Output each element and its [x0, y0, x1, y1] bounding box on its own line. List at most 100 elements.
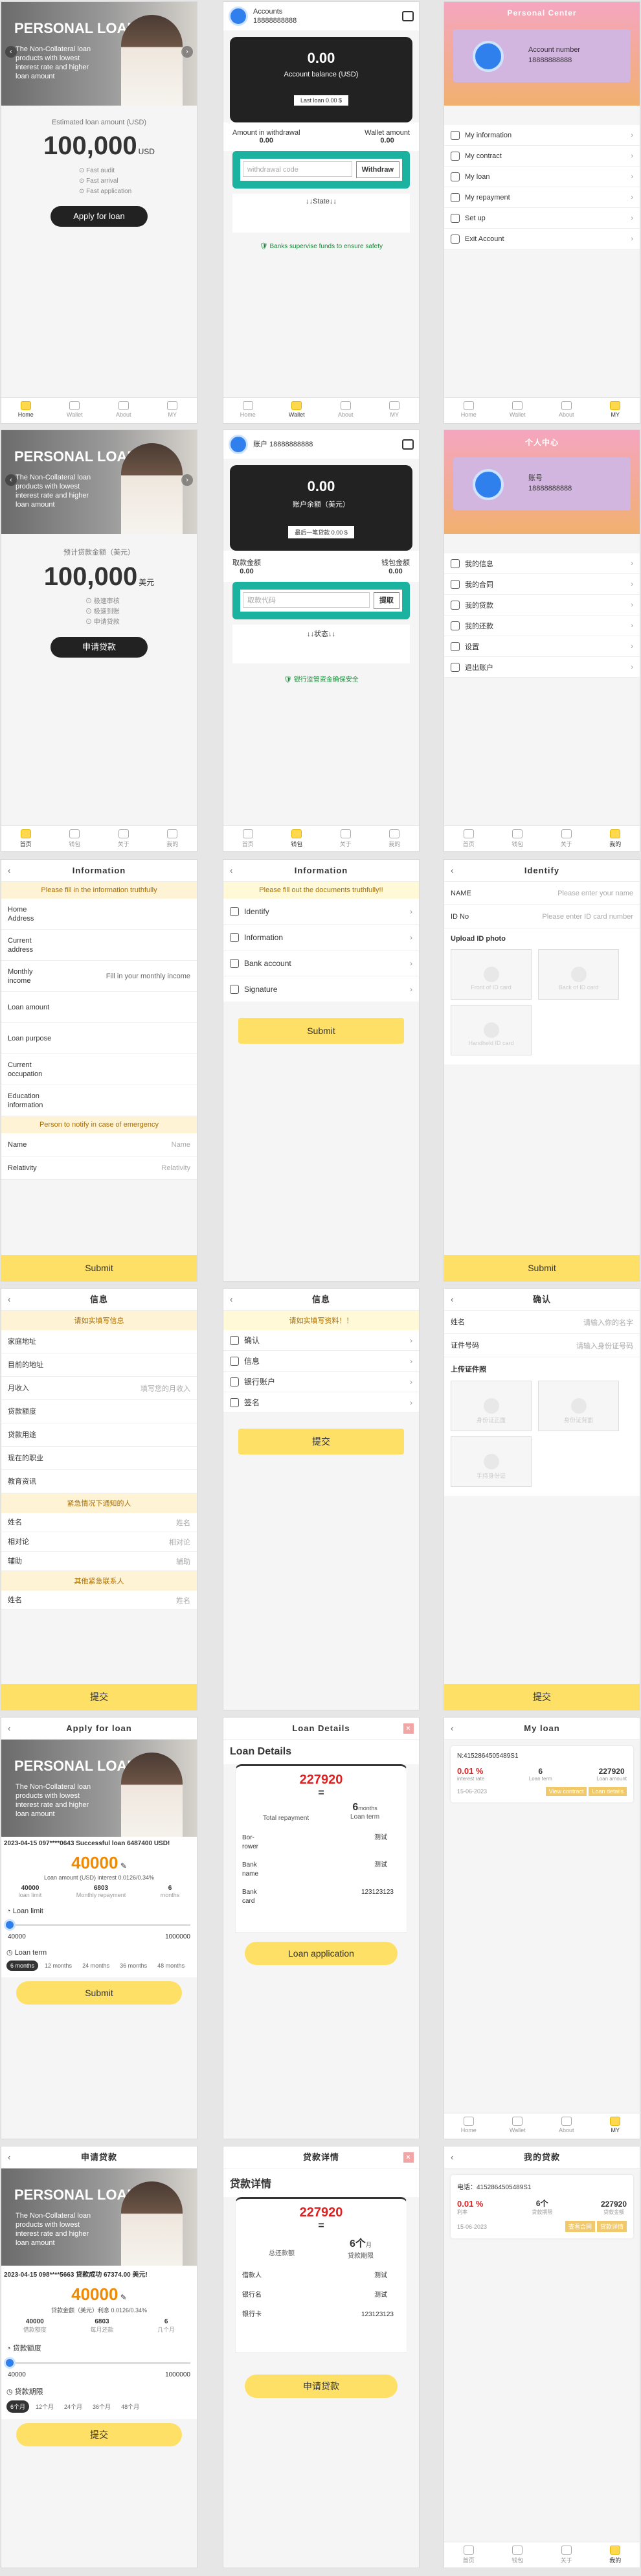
loan-banner[interactable]: PERSONAL LOAN The Non-Collateral loan pr…	[1, 430, 197, 534]
submit-button[interactable]: 提交	[16, 2423, 182, 2446]
upload-front[interactable]: 身份证正面	[451, 1381, 532, 1431]
amount-slider[interactable]	[4, 2356, 190, 2371]
loan-card[interactable]: 电话：4152864505489S1 0.01 % 利率 6个 贷款期限 22792…	[451, 2175, 633, 2238]
submit-button[interactable]: Submit	[444, 1255, 640, 1281]
menu-bank-account[interactable]: Bank account ›	[223, 950, 419, 976]
tab-my[interactable]: 我的	[148, 826, 197, 851]
withdraw-button[interactable]: Withdraw	[355, 161, 399, 178]
back-icon[interactable]: ‹	[451, 2146, 454, 2168]
submit-button[interactable]: Submit	[238, 1018, 404, 1044]
tab-about[interactable]: About	[542, 398, 591, 423]
tab-wallet[interactable]: Wallet	[493, 398, 543, 423]
withdraw-code-input[interactable]: 取款代码	[243, 592, 370, 608]
menu-my-contract[interactable]: My contract ›	[444, 146, 640, 167]
tab-about[interactable]: 关于	[321, 826, 370, 851]
amount-slider[interactable]	[4, 1918, 190, 1933]
back-icon[interactable]: ‹	[8, 1289, 11, 1311]
message-icon[interactable]	[402, 439, 414, 450]
apply-loan-button[interactable]: Apply for loan	[51, 206, 148, 227]
menu-setup[interactable]: Set up ›	[444, 208, 640, 229]
id-number-field[interactable]: 证件号码 请输入身份证号码	[444, 1334, 640, 1357]
close-icon[interactable]: ×	[403, 2152, 414, 2163]
emergency-name-field[interactable]: 姓名 姓名	[1, 1513, 197, 1532]
withdraw-button[interactable]: 提取	[374, 592, 399, 609]
upload-back[interactable]: 身份证背面	[538, 1381, 619, 1431]
loan-amount-field[interactable]: 贷款额度	[1, 1400, 197, 1423]
tab-home[interactable]: 首页	[1, 826, 51, 851]
monthly-income-field[interactable]: Monthly income Fill in your monthly incom…	[1, 961, 197, 992]
back-icon[interactable]: ‹	[451, 860, 454, 882]
emergency-aux-field[interactable]: 辅助 辅助	[1, 1552, 197, 1571]
menu-signature[interactable]: Signature ›	[223, 976, 419, 1002]
loan-amount-field[interactable]: Loan amount	[1, 992, 197, 1023]
current-address-field[interactable]: Current address	[1, 930, 197, 961]
tab-about[interactable]: About	[99, 398, 148, 423]
slider-knob[interactable]	[4, 2357, 16, 2369]
tab-about[interactable]: 关于	[542, 2542, 591, 2568]
tab-about[interactable]: About	[321, 398, 370, 423]
menu-information[interactable]: 信息 ›	[223, 1351, 419, 1372]
term-option-36[interactable]: 36个月	[89, 2400, 115, 2413]
submit-button[interactable]: 提交	[238, 1429, 404, 1455]
tab-wallet[interactable]: 钱包	[273, 826, 322, 851]
tab-about[interactable]: About	[542, 2113, 591, 2139]
menu-my-information[interactable]: 我的信息 ›	[444, 553, 640, 574]
menu-identify[interactable]: Identify ›	[223, 899, 419, 925]
chevron-right-icon[interactable]: ›	[181, 46, 193, 58]
loan-banner[interactable]: PERSONAL LOAN The Non-Collateral loan pr…	[1, 2, 197, 106]
chevron-left-icon[interactable]: ‹	[5, 474, 17, 486]
menu-my-repayment[interactable]: My repayment ›	[444, 187, 640, 208]
menu-information[interactable]: Information ›	[223, 925, 419, 950]
loan-details-button[interactable]: Loan details	[589, 1787, 627, 1796]
view-contract-button[interactable]: 查看合同	[565, 2221, 595, 2232]
tab-wallet[interactable]: 钱包	[493, 2542, 543, 2568]
other-name-field[interactable]: 姓名 姓名	[1, 1591, 197, 1610]
upload-handheld[interactable]: Handheld ID card	[451, 1005, 532, 1055]
back-icon[interactable]: ‹	[451, 1289, 454, 1311]
monthly-income-field[interactable]: 月收入 填写您的月收入	[1, 1377, 197, 1400]
term-option-6[interactable]: 6 months	[6, 1961, 39, 1971]
view-contract-button[interactable]: View contract	[545, 1787, 587, 1796]
occupation-field[interactable]: Current occupation	[1, 1054, 197, 1085]
slider-knob[interactable]	[4, 1919, 16, 1931]
term-option-48[interactable]: 48个月	[117, 2400, 143, 2413]
tab-my[interactable]: MY	[148, 398, 197, 423]
tab-about[interactable]: 关于	[542, 826, 591, 851]
menu-my-repayment[interactable]: 我的还款 ›	[444, 615, 640, 636]
withdraw-code-input[interactable]: withdrawal code	[243, 161, 352, 177]
name-field[interactable]: NAME Please enter your name	[444, 882, 640, 905]
apply-loan-button[interactable]: 申请贷款	[51, 637, 148, 658]
term-option-6[interactable]: 6个月	[6, 2400, 30, 2413]
tab-my[interactable]: MY	[370, 398, 420, 423]
tab-wallet[interactable]: 钱包	[493, 826, 543, 851]
message-icon[interactable]	[402, 11, 414, 21]
tab-about[interactable]: 关于	[99, 826, 148, 851]
home-address-field[interactable]: 家庭地址	[1, 1330, 197, 1353]
edit-icon[interactable]: ✎	[120, 2293, 127, 2302]
emergency-relation-field[interactable]: 相对论 相对论	[1, 1532, 197, 1552]
term-option-12[interactable]: 12 months	[41, 1961, 76, 1971]
menu-signature[interactable]: 签名 ›	[223, 1392, 419, 1413]
current-address-field[interactable]: 目前的地址	[1, 1353, 197, 1377]
menu-bank-account[interactable]: 银行账户 ›	[223, 1372, 419, 1392]
upload-back[interactable]: Back of ID card	[538, 949, 619, 1000]
tab-wallet[interactable]: Wallet	[493, 2113, 543, 2139]
submit-button[interactable]: Submit	[1, 1255, 197, 1281]
close-icon[interactable]: ×	[403, 1723, 414, 1734]
back-icon[interactable]: ‹	[230, 860, 233, 882]
tab-home[interactable]: Home	[444, 398, 493, 423]
tab-my[interactable]: 我的	[370, 826, 420, 851]
tab-my[interactable]: 我的	[591, 2542, 640, 2568]
menu-identify[interactable]: 确认 ›	[223, 1330, 419, 1351]
submit-button[interactable]: 提交	[1, 1684, 197, 1710]
tab-my[interactable]: 我的	[591, 826, 640, 851]
loan-details-button[interactable]: 贷款详情	[596, 2221, 627, 2232]
upload-front[interactable]: Front of ID card	[451, 949, 532, 1000]
tab-wallet[interactable]: 钱包	[51, 826, 100, 851]
emergency-name-field[interactable]: Name Name	[1, 1133, 197, 1156]
tab-wallet[interactable]: Wallet	[273, 398, 322, 423]
tab-wallet[interactable]: Wallet	[51, 398, 100, 423]
tab-home[interactable]: 首页	[444, 2542, 493, 2568]
back-icon[interactable]: ‹	[451, 1718, 454, 1740]
chevron-right-icon[interactable]: ›	[181, 474, 193, 486]
